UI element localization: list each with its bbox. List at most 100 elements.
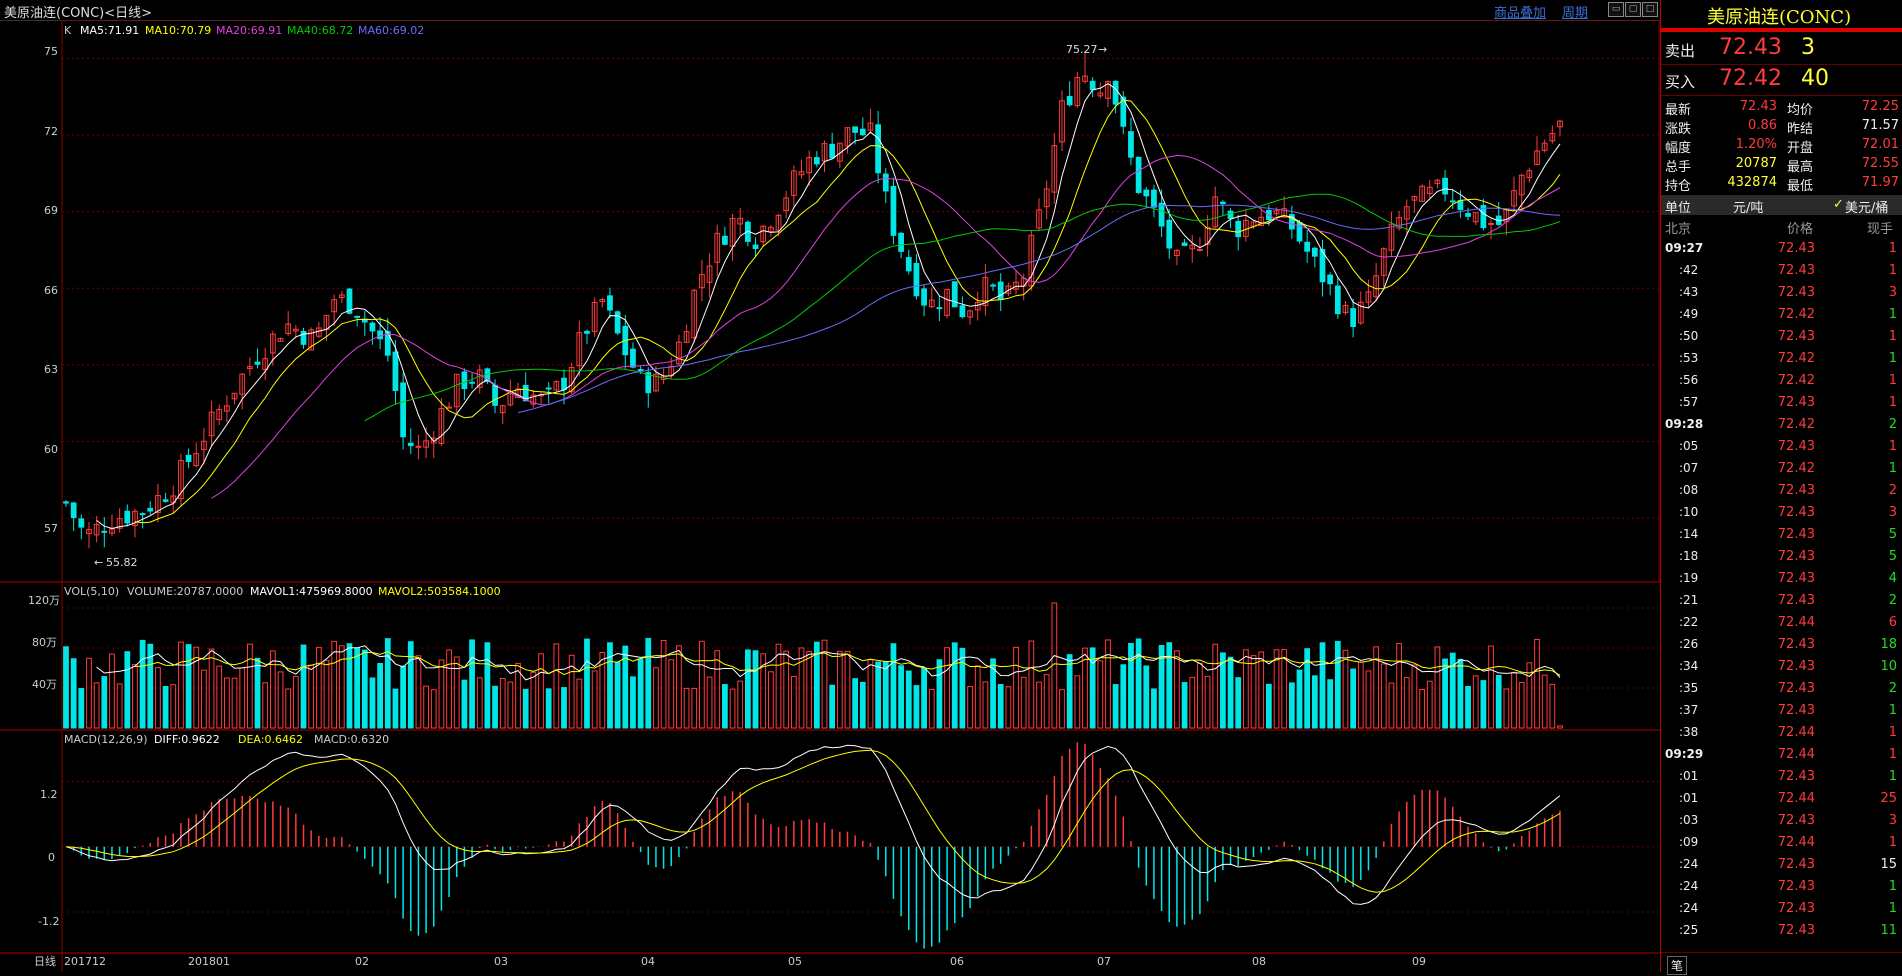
- price-axis-69: 69: [44, 204, 58, 217]
- volume-bar: [1419, 689, 1425, 729]
- candle-body: [162, 499, 169, 502]
- volume-bar: [132, 663, 138, 729]
- kline-chart[interactable]: K MA5:71.91 MA10:70.79 MA20:69.91 MA40:6…: [0, 19, 1660, 972]
- volume-bar: [377, 663, 383, 729]
- volume-bar: [1541, 674, 1548, 729]
- tick-time: 09:27: [1665, 241, 1704, 255]
- volume-bar: [1036, 681, 1042, 729]
- tick-header-volume: 现手: [1867, 222, 1894, 237]
- tick-time: :49: [1679, 307, 1699, 321]
- restore-icon[interactable]: ▢: [1625, 2, 1641, 17]
- tick-volume: 1: [1888, 835, 1897, 850]
- tick-row: :56 72.42 1: [1661, 370, 1902, 392]
- volume-bar: [1357, 661, 1364, 729]
- tick-volume: 1: [1888, 395, 1897, 410]
- chart-panel[interactable]: K MA5:71.91 MA10:70.79 MA20:69.91 MA40:6…: [0, 19, 1660, 972]
- tick-volume: 3: [1888, 285, 1897, 300]
- volume-bar: [1457, 658, 1464, 729]
- tick-volume: 11: [1880, 923, 1897, 938]
- candle-body: [852, 126, 859, 133]
- volume-bar: [430, 689, 437, 729]
- volume-bar: [1089, 647, 1096, 729]
- tick-list[interactable]: 09:27 72.43 1:42 72.43 1:43 72.43 3:49 72.42 1:5…: [1661, 238, 1902, 948]
- tick-volume: 1: [1888, 879, 1897, 894]
- volume-bar: [1250, 655, 1257, 729]
- tick-volume: 18: [1880, 637, 1897, 652]
- volume-bar: [561, 687, 567, 729]
- volume-bar: [699, 640, 705, 729]
- candle-body: [407, 442, 414, 447]
- tick-header: 北京 价格 现手: [1661, 216, 1902, 237]
- volume-bar: [78, 688, 85, 729]
- volume-bar: [461, 679, 468, 729]
- volume-bar: [928, 688, 935, 729]
- unit-usd-option[interactable]: 美元/桶: [1845, 197, 1888, 216]
- maximize-icon[interactable]: □: [1642, 2, 1658, 17]
- stat-label: 持仓: [1665, 179, 1692, 194]
- tick-volume: 1: [1888, 329, 1897, 344]
- volume-bar: [974, 665, 981, 729]
- tick-time: :09: [1679, 835, 1699, 849]
- volume-bar: [139, 639, 146, 729]
- date-201712: 201712: [64, 955, 106, 968]
- stat-value: 20787: [1735, 156, 1777, 171]
- date-05: 05: [788, 955, 802, 968]
- bid-volume: 40: [1801, 66, 1829, 91]
- volume-bar: [1534, 638, 1540, 729]
- volume-bar: [1296, 669, 1303, 729]
- vol-legend-mavol1: MAVOL1:475969.8000: [250, 585, 373, 598]
- candle-body: [936, 307, 943, 310]
- volume-bar: [415, 655, 422, 729]
- tick-row: 09:28 72.42 2: [1661, 414, 1902, 436]
- volume-bar: [438, 659, 445, 729]
- legend-ma10: MA10:70.79: [145, 24, 211, 37]
- volume-bar: [124, 651, 131, 729]
- volume-bar: [208, 648, 215, 729]
- volume-bar: [1503, 688, 1510, 729]
- tick-row: :38 72.44 1: [1661, 722, 1902, 744]
- volume-bar: [1066, 654, 1073, 729]
- candle-body: [882, 173, 889, 192]
- tick-price: 72.42: [1777, 373, 1815, 388]
- tab-ticks[interactable]: 笔: [1667, 956, 1688, 975]
- tick-volume: 1: [1888, 725, 1897, 740]
- volume-bar: [806, 651, 813, 729]
- tick-row: :09 72.44 1: [1661, 832, 1902, 854]
- volume-bar: [1105, 639, 1111, 729]
- tick-row: :01 72.44 25: [1661, 788, 1902, 810]
- tick-volume: 2: [1888, 593, 1897, 608]
- vol-axis-40w: 40万: [32, 678, 57, 691]
- unit-cny-option[interactable]: 元/吨: [1733, 197, 1763, 216]
- tick-time: :22: [1679, 615, 1699, 629]
- volume-bar: [507, 681, 514, 729]
- volume-bar: [1059, 689, 1065, 729]
- tick-header-time: 北京: [1665, 222, 1692, 237]
- volume-bar: [729, 688, 736, 729]
- volume-bar: [867, 659, 874, 729]
- tick-row: :24 72.43 15: [1661, 854, 1902, 876]
- minimize-icon[interactable]: ▭: [1608, 2, 1624, 17]
- volume-bar: [1204, 675, 1211, 729]
- volume-bar: [691, 687, 698, 729]
- tick-volume: 1: [1888, 439, 1897, 454]
- date-06: 06: [950, 955, 964, 968]
- stat-row: 最新 72.43 均价 72.25: [1661, 98, 1902, 118]
- tick-price: 72.44: [1777, 615, 1815, 630]
- period-link[interactable]: 周期: [1562, 2, 1588, 21]
- volume-bar: [1135, 638, 1142, 729]
- tick-volume: 1: [1888, 263, 1897, 278]
- period-label[interactable]: 日线: [34, 954, 56, 968]
- low-annotation: 55.82: [106, 556, 138, 569]
- volume-bar: [369, 677, 376, 729]
- instrument-name: 美原油连(CONC): [1707, 7, 1852, 28]
- volume-bar: [116, 683, 123, 729]
- tick-time: :10: [1679, 505, 1699, 519]
- tick-row: :08 72.43 2: [1661, 480, 1902, 502]
- stat-label-2: 最低: [1787, 179, 1814, 194]
- volume-bar: [1028, 640, 1035, 729]
- tick-price: 72.43: [1777, 659, 1815, 674]
- high-arrow: →: [1098, 43, 1107, 56]
- commodity-overlay-link[interactable]: 商品叠加: [1494, 2, 1546, 21]
- volume-bar: [254, 657, 261, 729]
- tick-row: :49 72.42 1: [1661, 304, 1902, 326]
